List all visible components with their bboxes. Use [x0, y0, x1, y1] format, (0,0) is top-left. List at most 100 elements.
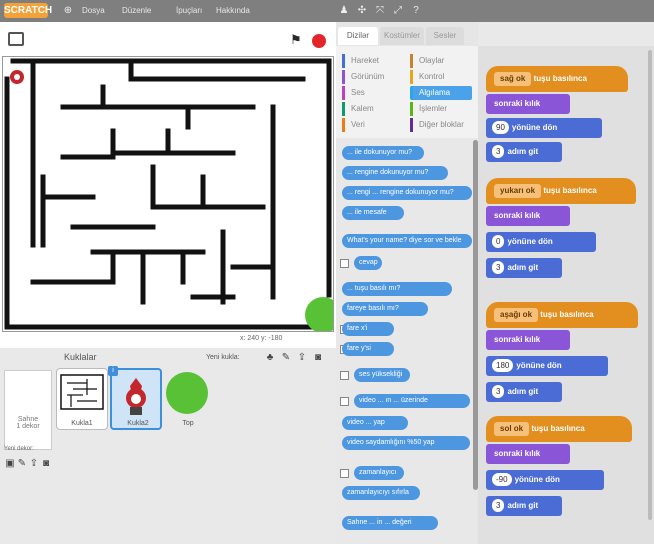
choose-sprite-icon[interactable]: ♣ — [264, 352, 276, 364]
palette-block[interactable]: fareye basılı mı? — [342, 302, 428, 316]
maze-sprite-icon — [60, 374, 104, 410]
ball-sprite-icon[interactable] — [166, 372, 208, 414]
character-sprite-icon — [126, 378, 146, 415]
category-data[interactable]: Veri — [342, 118, 402, 132]
maze-drawing — [4, 58, 341, 333]
tab-costumes[interactable]: Kostümler — [380, 27, 424, 45]
checkbox[interactable] — [340, 469, 349, 478]
palette-block[interactable]: video ... ın ... üzerinde — [354, 394, 470, 408]
sprite-name-maze: Kukla1 — [71, 420, 93, 427]
when-key-pressed-block[interactable]: yukarı ok tuşu basılınca — [486, 178, 636, 204]
palette-block[interactable]: ... rengine dokunuyor mu? — [342, 166, 448, 180]
menu-edit[interactable]: Düzenle — [122, 5, 151, 17]
stop-icon[interactable] — [312, 34, 326, 48]
direction-input[interactable]: 90 — [492, 121, 509, 134]
globe-icon[interactable]: ⊕ — [62, 4, 74, 17]
sprite-name-ball: Top — [182, 420, 194, 427]
paint-backdrop-icon[interactable]: ✎ — [16, 458, 28, 470]
menu-file[interactable]: Dosya — [82, 5, 105, 17]
steps-input[interactable]: 3 — [492, 499, 505, 512]
key-dropdown[interactable]: aşağı ok — [494, 308, 539, 322]
character-sprite[interactable] — [10, 70, 24, 84]
tab-scripts[interactable]: Dizilər — [338, 27, 378, 45]
menu-about[interactable]: Hakkında — [216, 5, 250, 17]
palette-block[interactable]: What's your name? diye sor ve bekle — [342, 234, 472, 248]
checkbox[interactable] — [340, 371, 349, 380]
next-costume-block[interactable]: sonraki kılık — [486, 94, 570, 114]
new-sprite-label: Yeni kukla: — [206, 354, 240, 361]
category-events[interactable]: Olaylar — [410, 54, 472, 68]
category-more-blocks[interactable]: Diğer bloklar — [410, 118, 472, 132]
palette-block[interactable]: zamanlayıcıyı sıfırla — [342, 486, 420, 500]
move-icon[interactable]: ✣ — [356, 4, 368, 17]
expand-icon[interactable]: ⤢ — [392, 4, 404, 17]
palette-block[interactable]: ... ile dokunuyor mu? — [342, 146, 424, 160]
direction-input[interactable]: 0 — [492, 235, 505, 248]
choose-backdrop-icon[interactable]: ▣ — [4, 458, 16, 470]
next-costume-block[interactable]: sonraki kılık — [486, 206, 570, 226]
mouse-coordinates: x: 240 y: -180 — [240, 335, 283, 342]
category-motion[interactable]: Hareket — [342, 54, 402, 68]
ball-sprite[interactable] — [305, 297, 341, 333]
category-control[interactable]: Kontrol — [410, 70, 472, 84]
when-key-pressed-block[interactable]: sol ok tuşu basılınca — [486, 416, 632, 442]
help-icon[interactable]: ? — [410, 4, 422, 17]
paint-sprite-icon[interactable]: ✎ — [280, 352, 292, 364]
menu-tips[interactable]: İpuçları — [176, 5, 202, 17]
when-key-pressed-block[interactable]: sağ ok tuşu basılınca — [486, 66, 628, 92]
green-flag-icon[interactable]: ⚑ — [290, 33, 304, 47]
point-in-direction-block[interactable]: 90 yönüne dön — [486, 118, 602, 138]
move-steps-block[interactable]: 3 adım git — [486, 496, 562, 516]
person-icon[interactable]: ♟ — [338, 4, 350, 17]
palette-block[interactable]: fare x'i — [342, 322, 394, 336]
stage-thumbnail[interactable] — [4, 370, 52, 450]
key-dropdown[interactable]: yukarı ok — [494, 184, 542, 198]
point-in-direction-block[interactable]: 180 yönüne dön — [486, 356, 608, 376]
palette-block[interactable]: ses yüksekliği — [354, 368, 410, 382]
move-steps-block[interactable]: 3 adım git — [486, 142, 562, 162]
category-operators[interactable]: İşlemler — [410, 102, 472, 116]
steps-input[interactable]: 3 — [492, 261, 505, 274]
next-costume-block[interactable]: sonraki kılık — [486, 330, 570, 350]
palette-block[interactable]: ... rengi ... rengine dokunuyor mu? — [342, 186, 472, 200]
key-dropdown[interactable]: sağ ok — [494, 72, 532, 86]
palette-block[interactable]: zamanlayıcı — [354, 466, 404, 480]
tab-sounds[interactable]: Sesler — [426, 27, 464, 45]
palette-block[interactable]: Sahne ... in ... değeri — [342, 516, 438, 530]
info-icon[interactable]: i — [108, 366, 118, 376]
when-key-pressed-block[interactable]: aşağı ok tuşu basılınca — [486, 302, 638, 328]
next-costume-block[interactable]: sonraki kılık — [486, 444, 570, 464]
scripts-top-bar — [478, 22, 654, 46]
key-dropdown[interactable]: sol ok — [494, 422, 530, 436]
palette-block[interactable]: ... tuşu basılı mı? — [342, 282, 452, 296]
palette-block[interactable]: video ... yap — [342, 416, 408, 430]
point-in-direction-block[interactable]: 0 yönüne dön — [486, 232, 596, 252]
upload-backdrop-icon[interactable]: ⇪ — [28, 458, 40, 470]
move-steps-block[interactable]: 3 adım git — [486, 258, 562, 278]
direction-input[interactable]: 180 — [492, 359, 514, 372]
palette-block[interactable]: cevap — [354, 256, 382, 270]
camera-backdrop-icon[interactable]: ◙ — [40, 458, 52, 470]
fullscreen-icon[interactable] — [8, 32, 24, 46]
direction-input[interactable]: -90 — [492, 473, 512, 486]
shrink-icon[interactable]: ⤧ — [374, 4, 386, 17]
palette-block[interactable]: fare y'si — [342, 342, 394, 356]
stage-canvas[interactable] — [2, 56, 341, 333]
palette-block[interactable]: ... ile mesafe — [342, 206, 404, 220]
script-scrollbar[interactable] — [648, 50, 652, 520]
steps-input[interactable]: 3 — [492, 385, 505, 398]
scratch-logo[interactable]: SCRATCH — [4, 3, 52, 18]
steps-input[interactable]: 3 — [492, 145, 505, 158]
category-pen[interactable]: Kalem — [342, 102, 402, 116]
checkbox[interactable] — [340, 259, 349, 268]
checkbox[interactable] — [340, 397, 349, 406]
new-backdrop-label: Yeni dekor: — [4, 446, 34, 452]
palette-block[interactable]: video saydamlığını %50 yap — [342, 436, 470, 450]
upload-sprite-icon[interactable]: ⇪ — [296, 352, 308, 364]
point-in-direction-block[interactable]: -90 yönüne dön — [486, 470, 604, 490]
category-looks[interactable]: Görünüm — [342, 70, 402, 84]
move-steps-block[interactable]: 3 adım git — [486, 382, 562, 402]
category-sensing[interactable]: Algılama — [410, 86, 472, 100]
category-sound[interactable]: Ses — [342, 86, 402, 100]
camera-sprite-icon[interactable]: ◙ — [312, 352, 324, 364]
